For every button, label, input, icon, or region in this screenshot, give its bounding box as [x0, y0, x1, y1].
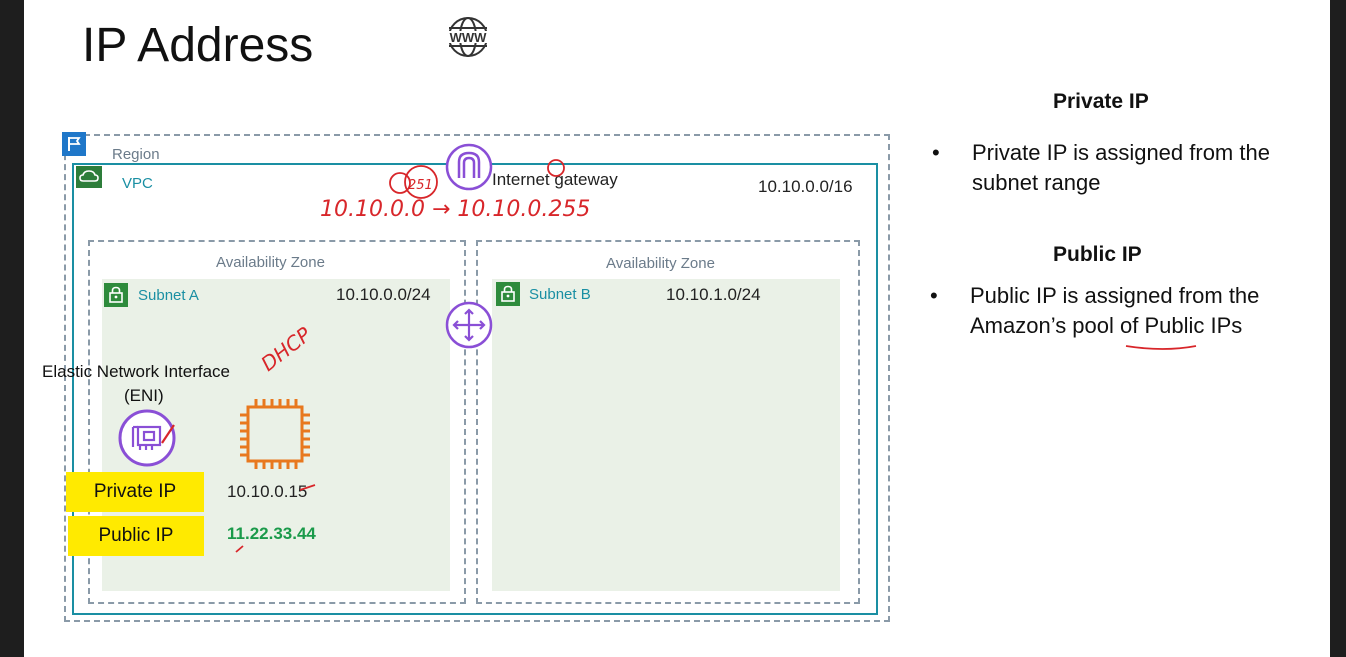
subnet-b-cidr: 10.10.1.0/24 [666, 285, 761, 304]
private-ip-tag: Private IP [66, 472, 204, 512]
slide-title: IP Address [82, 19, 314, 72]
subnet-a-cidr: 10.10.0.0/24 [336, 285, 431, 304]
vpc-cloud-icon [76, 166, 102, 188]
subnet-a-label: Subnet A [138, 287, 199, 304]
eni-abbrev-label: (ENI) [124, 386, 164, 405]
subnet-b [492, 279, 840, 591]
globe-www-icon: WWW [446, 17, 490, 57]
private-ip-heading: Private IP [1053, 90, 1149, 113]
private-ip-bullets: • Private IP is assigned from the subnet… [932, 138, 1292, 198]
vpc-label: VPC [122, 175, 153, 192]
region-flag-icon [62, 132, 86, 156]
bullet-item: • Public IP is assigned from the Amazon’… [930, 281, 1290, 341]
ec2-chip-icon [240, 399, 310, 469]
subnet-b-label: Subnet B [529, 286, 591, 303]
subnet-lock-icon [104, 283, 128, 307]
internet-gateway-label: Internet gateway [492, 170, 618, 189]
public-ip-value: 11.22.33.44 [227, 524, 316, 543]
public-ip-heading: Public IP [1053, 243, 1142, 266]
eni-icon [118, 409, 176, 467]
vpc-cidr: 10.10.0.0/16 [758, 177, 853, 196]
bullet-text: Public IP is assigned from the Amazon’s … [970, 283, 1260, 338]
public-ip-bullets: • Public IP is assigned from the Amazon’… [930, 281, 1290, 341]
bullet-dot: • [930, 283, 938, 308]
region-label: Region [112, 146, 160, 163]
public-ip-tag: Public IP [68, 516, 204, 556]
bullet-text: Private IP is assigned from the subnet r… [972, 140, 1270, 195]
az-a-label: Availability Zone [216, 254, 325, 271]
slide: IP Address WWW Region VPC 10.10.0.0/16 A… [24, 0, 1330, 657]
internet-gateway-icon [445, 143, 493, 191]
handwritten-underline [1125, 345, 1197, 350]
az-b-label: Availability Zone [606, 255, 715, 272]
router-icon [445, 301, 493, 349]
eni-label: Elastic Network Interface [42, 362, 231, 381]
bullet-dot: • [932, 140, 940, 165]
svg-text:WWW: WWW [450, 30, 488, 45]
bullet-item: • Private IP is assigned from the subnet… [932, 138, 1292, 198]
subnet-lock-icon [496, 282, 520, 306]
private-ip-value: 10.10.0.15 [227, 482, 308, 501]
